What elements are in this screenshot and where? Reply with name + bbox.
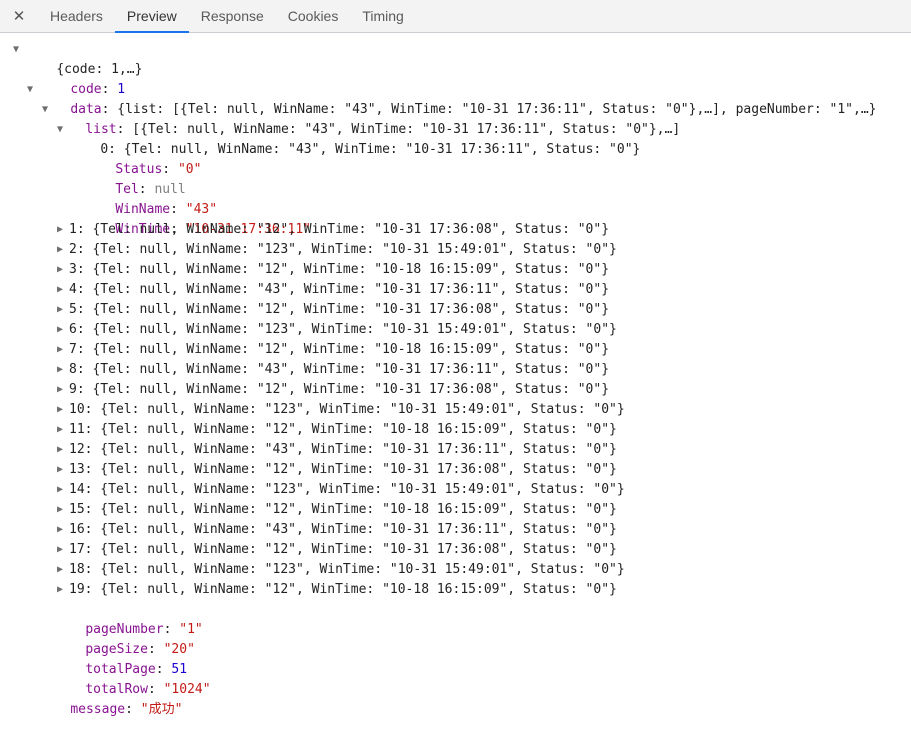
expand-right-icon[interactable]: ▶ (55, 460, 65, 480)
json-preview-tree: ▼ {code: 1,…} code: 1 ▼ data: {list: [{Tel… (0, 33, 911, 717)
tree-node-totalpage: totalPage: 51 (85, 662, 188, 677)
list-item-summary: 4: {Tel: null, WinName: "43", WinTime: "… (69, 282, 610, 297)
expand-right-icon[interactable]: ▶ (55, 280, 65, 300)
tab-bar: ✕ Headers Preview Response Cookies Timin… (0, 0, 911, 33)
tab-cookies[interactable]: Cookies (276, 0, 351, 32)
tree-node-list-item[interactable]: ▶ 13: {Tel: null, WinName: "12", WinTime:… (0, 460, 911, 480)
tree-node-list-item[interactable]: ▶ 1: {Tel: null, WinName: "12", WinTime: … (0, 220, 911, 240)
list-item-summary: 3: {Tel: null, WinName: "12", WinTime: "… (69, 262, 610, 277)
expand-right-icon[interactable]: ▶ (55, 300, 65, 320)
expand-right-icon[interactable]: ▶ (55, 440, 65, 460)
tree-node-list-item[interactable]: ▶ 14: {Tel: null, WinName: "123", WinTime… (0, 480, 911, 500)
tree-node-list-item[interactable]: ▶ 5: {Tel: null, WinName: "12", WinTime: … (0, 300, 911, 320)
expand-right-icon[interactable]: ▶ (55, 320, 65, 340)
tree-node-field-tel: Tel: null (115, 182, 186, 197)
expand-right-icon[interactable]: ▶ (55, 540, 65, 560)
list-item-summary: 10: {Tel: null, WinName: "123", WinTime:… (69, 402, 625, 417)
list-item-summary: 15: {Tel: null, WinName: "12", WinTime: … (69, 502, 617, 517)
tree-node-pagesize: pageSize: "20" (85, 642, 195, 657)
expand-right-icon[interactable]: ▶ (55, 340, 65, 360)
list-item-summary: 8: {Tel: null, WinName: "43", WinTime: "… (69, 362, 610, 377)
expand-right-icon[interactable]: ▶ (55, 220, 65, 240)
tree-node-list-item[interactable]: ▶ 7: {Tel: null, WinName: "12", WinTime: … (0, 340, 911, 360)
tree-node-root[interactable]: ▼ {code: 1,…} (0, 40, 911, 77)
property-key: message (70, 702, 126, 717)
tree-node-field-status: Status: "0" (115, 162, 202, 177)
tree-node-code: code: 1 (70, 82, 126, 97)
tree-node-field-winname: WinName: "43" (115, 202, 218, 217)
tree-node-pagenumber: pageNumber: "1" (85, 622, 203, 637)
tree-node-list-item[interactable]: ▶ 4: {Tel: null, WinName: "43", WinTime: … (0, 280, 911, 300)
tree-node-list-item[interactable]: ▶ 19: {Tel: null, WinName: "12", WinTime:… (0, 580, 911, 600)
tree-node-totalrow: totalRow: "1024" (85, 682, 211, 697)
list-item-summary: 13: {Tel: null, WinName: "12", WinTime: … (69, 462, 617, 477)
tab-response[interactable]: Response (189, 0, 276, 32)
list-item-summary: 6: {Tel: null, WinName: "123", WinTime: … (69, 322, 617, 337)
list-item-summary: 18: {Tel: null, WinName: "123", WinTime:… (69, 562, 625, 577)
list-item-summary: 12: {Tel: null, WinName: "43", WinTime: … (69, 442, 617, 457)
close-icon[interactable]: ✕ (0, 0, 38, 32)
expand-right-icon[interactable]: ▶ (55, 480, 65, 500)
tree-node-list-item[interactable]: ▶ 18: {Tel: null, WinName: "123", WinTime… (0, 560, 911, 580)
tree-node-list[interactable]: ▼ list: [{Tel: null, WinName: "43", WinTi… (0, 100, 911, 137)
list-item-summary: 7: {Tel: null, WinName: "12", WinTime: "… (69, 342, 610, 357)
tree-node-field-wintime: WinTime: "10-31 17:36:11" (115, 222, 311, 237)
list-item-summary: 9: {Tel: null, WinName: "12", WinTime: "… (69, 382, 610, 397)
tree-node-list-item[interactable]: ▶ 3: {Tel: null, WinName: "12", WinTime: … (0, 260, 911, 280)
expand-right-icon[interactable]: ▶ (55, 520, 65, 540)
expand-right-icon[interactable]: ▶ (55, 240, 65, 260)
tree-node-list-item-0[interactable]: ▼ 0: {Tel: null, WinName: "43", WinTime: … (0, 120, 911, 157)
list-item-summary: 1: {Tel: null, WinName: "12", WinTime: "… (69, 222, 610, 237)
expand-right-icon[interactable]: ▶ (55, 400, 65, 420)
tab-preview[interactable]: Preview (114, 0, 189, 33)
list-item-summary: 14: {Tel: null, WinName: "123", WinTime:… (69, 482, 625, 497)
expand-right-icon[interactable]: ▶ (55, 360, 65, 380)
expand-right-icon[interactable]: ▶ (55, 500, 65, 520)
tree-node-list-item[interactable]: ▶ 12: {Tel: null, WinName: "43", WinTime:… (0, 440, 911, 460)
expand-down-icon[interactable]: ▼ (55, 120, 65, 140)
tree-node-data[interactable]: ▼ data: {list: [{Tel: null, WinName: "43"… (0, 80, 911, 117)
list-item-summary: 16: {Tel: null, WinName: "43", WinTime: … (69, 522, 617, 537)
expand-right-icon[interactable]: ▶ (55, 420, 65, 440)
tree-node-list-item[interactable]: ▶ 17: {Tel: null, WinName: "12", WinTime:… (0, 540, 911, 560)
expand-down-icon[interactable]: ▼ (40, 100, 50, 120)
tree-node-list-item[interactable]: ▶ 2: {Tel: null, WinName: "123", WinTime:… (0, 240, 911, 260)
list-item-summary: 11: {Tel: null, WinName: "12", WinTime: … (69, 422, 617, 437)
tree-node-list-item[interactable]: ▶ 11: {Tel: null, WinName: "12", WinTime:… (0, 420, 911, 440)
tree-node-list-item[interactable]: ▶ 6: {Tel: null, WinName: "123", WinTime:… (0, 320, 911, 340)
expand-down-icon[interactable]: ▼ (25, 80, 35, 100)
expand-right-icon[interactable]: ▶ (55, 380, 65, 400)
list-item-summary: 17: {Tel: null, WinName: "12", WinTime: … (69, 542, 617, 557)
tree-node-list-item[interactable]: ▶ 16: {Tel: null, WinName: "43", WinTime:… (0, 520, 911, 540)
tree-node-list-item[interactable]: ▶ 15: {Tel: null, WinName: "12", WinTime:… (0, 500, 911, 520)
tree-node-list-item[interactable]: ▶ 10: {Tel: null, WinName: "123", WinTime… (0, 400, 911, 420)
expand-right-icon[interactable]: ▶ (55, 560, 65, 580)
expand-right-icon[interactable]: ▶ (55, 580, 65, 600)
tree-node-message: message: "成功" (70, 702, 183, 717)
expand-right-icon[interactable]: ▶ (55, 260, 65, 280)
list-item-summary: 5: {Tel: null, WinName: "12", WinTime: "… (69, 302, 610, 317)
list-item-summary: 2: {Tel: null, WinName: "123", WinTime: … (69, 242, 617, 257)
tab-timing[interactable]: Timing (350, 0, 416, 32)
list-item-summary: 19: {Tel: null, WinName: "12", WinTime: … (69, 582, 617, 597)
tab-headers[interactable]: Headers (38, 0, 115, 32)
tree-node-list-item[interactable]: ▶ 8: {Tel: null, WinName: "43", WinTime: … (0, 360, 911, 380)
tree-node-list-item[interactable]: ▶ 9: {Tel: null, WinName: "12", WinTime: … (0, 380, 911, 400)
expand-down-icon[interactable]: ▼ (11, 40, 21, 60)
property-value: "成功" (140, 702, 183, 717)
